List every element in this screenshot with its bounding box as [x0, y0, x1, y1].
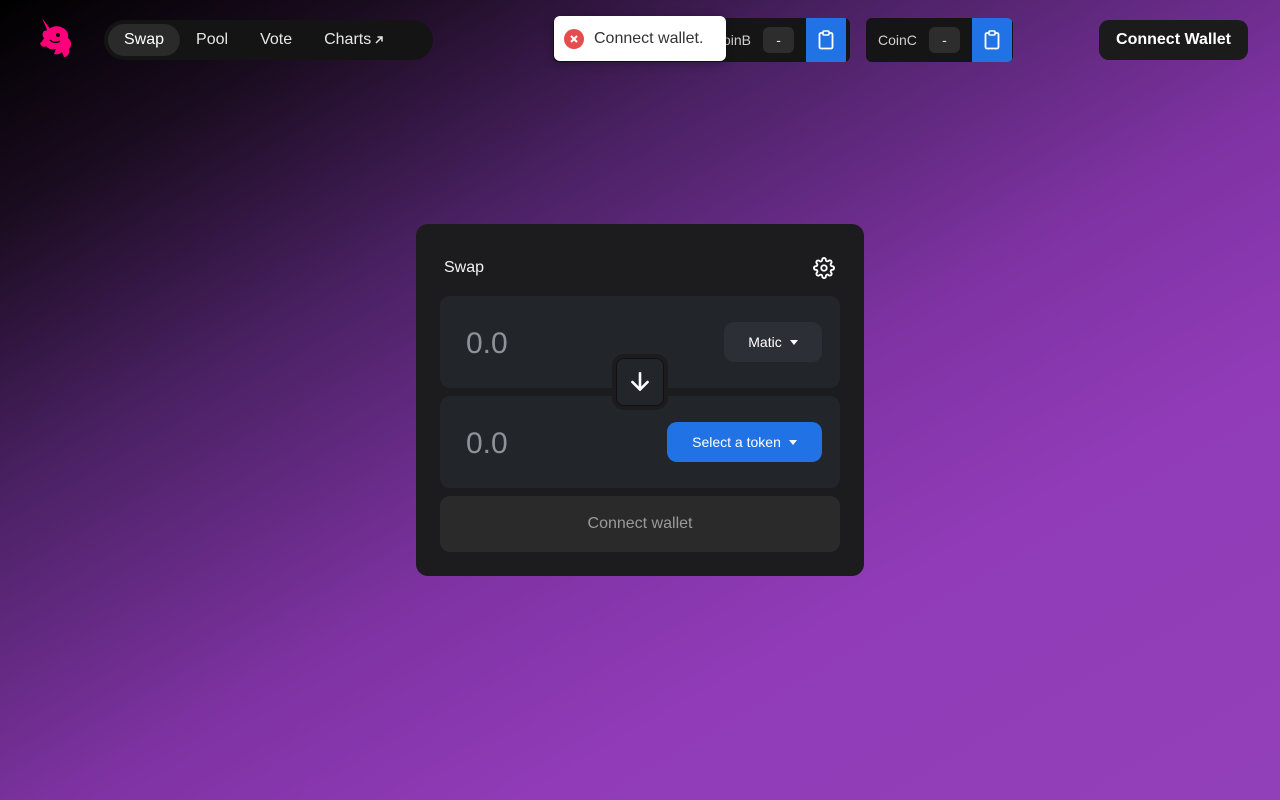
gear-icon	[813, 257, 835, 279]
nav-item-label: Swap	[124, 31, 165, 48]
caret-down-icon	[789, 339, 798, 345]
toast-message: Connect wallet.	[594, 29, 704, 47]
clipboard-icon	[984, 30, 1000, 50]
coin-c-copy-button[interactable]	[971, 18, 1012, 62]
nav-item-charts[interactable]: Charts	[308, 24, 400, 56]
coin-c-balance: CoinC -	[866, 18, 1013, 62]
nav-item-label: Charts	[324, 31, 372, 48]
select-token-button[interactable]: Select a token	[667, 422, 822, 462]
main-nav: Swap Pool Vote Charts	[104, 20, 433, 60]
coin-c-value: -	[928, 27, 960, 53]
from-token-select[interactable]: Matic	[724, 322, 822, 362]
coin-c-label: CoinC	[878, 32, 917, 48]
to-amount-input[interactable]: 0.0	[466, 427, 508, 461]
connect-wallet-label: Connect Wallet	[1116, 31, 1231, 48]
select-token-label: Select a token	[692, 434, 781, 450]
error-toast[interactable]: Connect wallet.	[554, 16, 726, 61]
swap-card: Swap 0.0 Matic 0.0 Select a token Connec…	[416, 224, 864, 576]
arrow-down-icon	[631, 372, 649, 391]
nav-item-pool[interactable]: Pool	[180, 24, 244, 56]
caret-down-icon	[788, 439, 797, 445]
nav-item-swap[interactable]: Swap	[108, 24, 181, 56]
swap-title: Swap	[444, 259, 485, 276]
settings-button[interactable]	[813, 257, 835, 279]
connect-wallet-main-label: Connect wallet	[587, 515, 693, 532]
error-circle-icon	[564, 28, 584, 49]
switch-direction-button[interactable]	[612, 354, 668, 410]
uniswap-logo-icon[interactable]	[36, 16, 74, 60]
connect-wallet-button[interactable]: Connect Wallet	[1099, 20, 1248, 60]
coin-b-value: -	[763, 27, 795, 53]
nav-item-label: Pool	[196, 31, 229, 48]
clipboard-icon	[818, 30, 834, 50]
arrow-up-right-icon	[375, 36, 383, 44]
from-token-label: Matic	[748, 334, 782, 350]
connect-wallet-main-button[interactable]: Connect wallet	[440, 496, 840, 552]
nav-item-vote[interactable]: Vote	[244, 24, 308, 56]
nav-item-label: Vote	[260, 31, 293, 48]
coin-b-copy-button[interactable]	[806, 18, 847, 62]
from-amount-input[interactable]: 0.0	[466, 327, 508, 361]
